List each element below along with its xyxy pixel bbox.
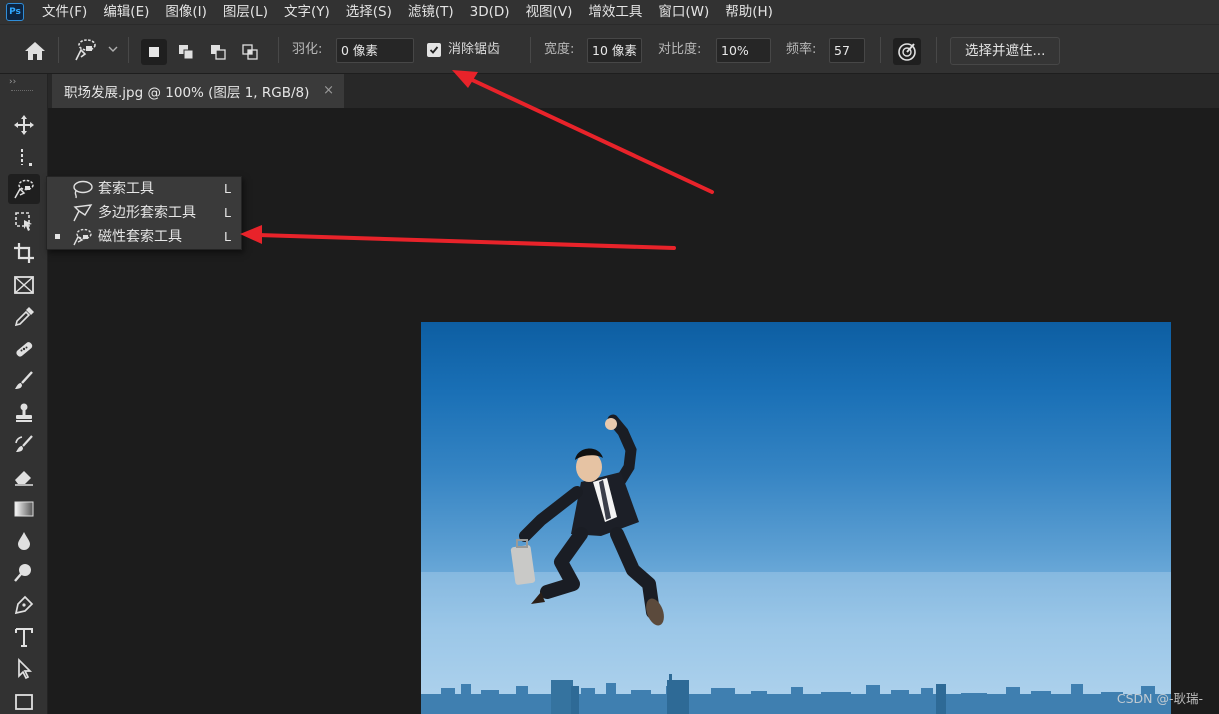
menu-view[interactable]: 视图(V) [518,0,581,24]
eyedropper-tool-icon[interactable] [8,302,40,332]
flyout-item-polygonal-lasso[interactable]: 多边形套索工具 L [47,201,241,225]
close-tab-icon[interactable]: × [323,83,334,98]
watermark: CSDN @-耿瑞- [1116,691,1203,706]
contrast-label: 对比度: [658,42,702,57]
flyout-item-label: 磁性套索工具 [98,229,182,245]
document-tab[interactable]: 职场发展.jpg @ 100% (图层 1, RGB/8) × [52,74,344,108]
menu-window[interactable]: 窗口(W) [650,0,717,24]
magnetic-lasso-preset-icon[interactable] [72,37,98,67]
feather-input[interactable]: 0 像素 [336,38,414,63]
type-tool-icon[interactable] [8,622,40,652]
menu-image[interactable]: 图像(I) [157,0,215,24]
home-icon[interactable] [22,39,48,67]
menu-type[interactable]: 文字(Y) [276,0,338,24]
healing-brush-tool-icon[interactable] [8,334,40,364]
flyout-item-label: 多边形套索工具 [98,205,196,221]
options-bar: 羽化: 0 像素 消除锯齿 宽度: 10 像素 对比度: 10% 频率: 57 … [0,24,1219,74]
document-tab-strip: 职场发展.jpg @ 100% (图层 1, RGB/8) × [48,74,1219,108]
frequency-label: 频率: [786,42,817,57]
antialias-label: 消除锯齿 [448,42,501,57]
lasso-tools-flyout: 套索工具 L 多边形套索工具 L 磁性套索工具 L [46,176,242,250]
move-tool-icon[interactable] [8,110,40,140]
clone-stamp-tool-icon[interactable] [8,398,40,428]
document-image[interactable] [421,322,1171,714]
history-brush-tool-icon[interactable] [8,430,40,460]
subtract-from-selection-button[interactable] [205,39,231,65]
feather-label: 羽化: [292,42,323,57]
intersect-selection-button[interactable] [237,39,263,65]
tools-panel: ›› [0,74,48,714]
brush-tool-icon[interactable] [8,366,40,396]
divider [278,37,279,63]
lasso-icon [71,179,93,203]
eraser-tool-icon[interactable] [8,462,40,492]
menu-file[interactable]: 文件(F) [34,0,95,24]
antialias-checkbox[interactable] [427,43,441,57]
divider [936,37,937,63]
gradient-tool-icon[interactable] [8,494,40,524]
crop-tool-icon[interactable] [8,238,40,268]
dodge-tool-icon[interactable] [8,558,40,588]
new-selection-button[interactable] [141,39,167,65]
menu-edit[interactable]: 编辑(E) [95,0,157,24]
divider [880,37,881,63]
rectangle-tool-icon[interactable] [8,686,40,714]
magnetic-lasso-icon [71,227,93,251]
photoshop-logo-icon: Ps [6,3,24,21]
flyout-item-lasso[interactable]: 套索工具 L [47,177,241,201]
width-label: 宽度: [544,42,575,57]
add-to-selection-button[interactable] [173,39,199,65]
menu-layer[interactable]: 图层(L) [215,0,276,24]
flyout-item-shortcut: L [224,181,231,196]
selected-bullet-icon [55,234,60,239]
flyout-item-shortcut: L [224,205,231,220]
pen-pressure-icon[interactable] [893,38,921,65]
menu-help[interactable]: 帮助(H) [717,0,781,24]
menu-select[interactable]: 选择(S) [338,0,400,24]
divider [530,37,531,63]
document-tab-title: 职场发展.jpg @ 100% (图层 1, RGB/8) [64,85,310,101]
chevron-down-icon[interactable] [108,43,118,58]
object-selection-tool-icon[interactable] [8,206,40,236]
divider [128,37,129,63]
collapse-toolbar-icon[interactable]: ›› [9,77,16,87]
menu-plugins[interactable]: 增效工具 [580,0,650,24]
path-selection-tool-icon[interactable] [8,654,40,684]
polygonal-lasso-icon [71,203,93,227]
toolbar-grip[interactable] [11,90,33,92]
select-and-mask-button[interactable]: 选择并遮住... [950,37,1061,65]
menu-bar: Ps 文件(F) 编辑(E) 图像(I) 图层(L) 文字(Y) 选择(S) 滤… [0,0,1219,24]
artboard-marquee-icon[interactable] [8,142,40,172]
blur-tool-icon[interactable] [8,526,40,556]
frequency-input[interactable]: 57 [829,38,865,63]
menu-3d[interactable]: 3D(D) [462,0,518,24]
contrast-input[interactable]: 10% [716,38,771,63]
flyout-item-shortcut: L [224,229,231,244]
divider [58,37,59,63]
pen-tool-icon[interactable] [8,590,40,620]
flyout-item-magnetic-lasso[interactable]: 磁性套索工具 L [47,225,241,249]
menu-filter[interactable]: 滤镜(T) [400,0,462,24]
width-input[interactable]: 10 像素 [587,38,642,63]
flyout-item-label: 套索工具 [98,181,154,197]
frame-tool-icon[interactable] [8,270,40,300]
magnetic-lasso-tool-icon[interactable] [8,174,40,204]
